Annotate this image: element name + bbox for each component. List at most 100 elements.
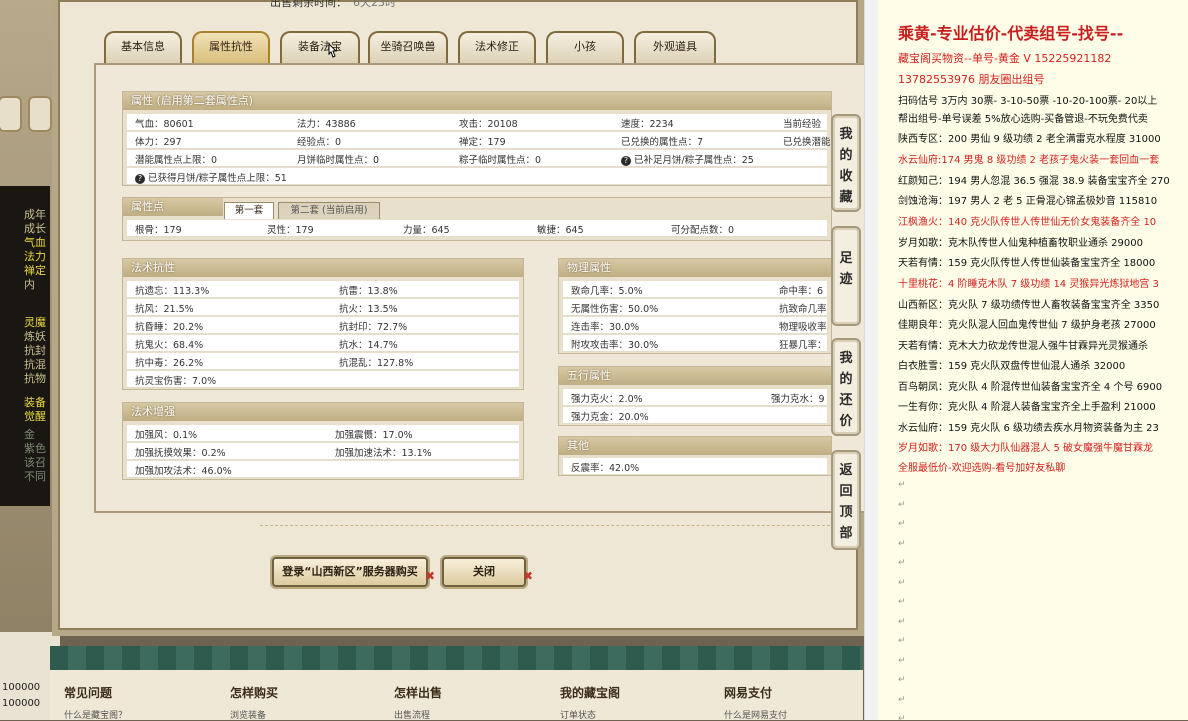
left-tab-2[interactable] bbox=[28, 96, 52, 132]
close-button[interactable]: 关闭 ✖ bbox=[442, 557, 533, 587]
resist-row: 抗灵宝伤害：7.0% bbox=[127, 371, 519, 388]
line-return-mark: ↵ bbox=[898, 597, 906, 607]
attr-cell: 速度：2234 bbox=[621, 119, 674, 130]
physical-cell: 命中率：6 bbox=[779, 286, 824, 297]
footer-link[interactable]: 出售流程 bbox=[394, 708, 430, 721]
seller-line: 红颜知己：194 男人忽混 36.5 强混 38.9 装备宝宝齐全 270 bbox=[898, 176, 1170, 187]
seller-line: 帮出组号-单号误差 5%放心选购-买备管退-不玩免费代卖 bbox=[898, 114, 1148, 125]
attr-cell: 已兑换潜能 bbox=[783, 137, 831, 148]
attr-cell: 攻击：20108 bbox=[459, 119, 518, 130]
physical-cell: 物理吸收率 bbox=[779, 322, 827, 333]
tab-mounts-pets[interactable]: 坐骑召唤兽 bbox=[368, 31, 448, 63]
back-to-top-label: 返回顶部 bbox=[839, 463, 853, 541]
enhance-row: 加强风：0.1% 加强震慑：17.0% bbox=[127, 425, 519, 442]
tab-children[interactable]: 小孩 bbox=[546, 31, 624, 63]
five-elements-section: 五行属性 强力克火：2.0% 强力克水：9 强力克金：20.0% bbox=[558, 366, 832, 426]
footer-link[interactable]: 订单状态 bbox=[560, 708, 596, 721]
left-bottom-value: 100000 bbox=[2, 682, 41, 693]
tab-equipment[interactable]: 装备法宝 bbox=[280, 31, 360, 63]
five-row: 强力克火：2.0% 强力克水：9 bbox=[563, 389, 827, 406]
resist-cell: 抗雷：13.8% bbox=[339, 286, 398, 297]
line-return-mark: ↵ bbox=[898, 577, 906, 588]
seller-line: 扫码估号 3万内 30票- 3-10-50票 -10-20-100票- 20以上 bbox=[898, 96, 1158, 107]
footer-heading: 网易支付 bbox=[724, 686, 773, 700]
left-pet-panel: 成年 成长 气血 法力 禅定 内 灵魔 炼妖 抗封 抗混 抗物 装备 觉醒 金 … bbox=[0, 186, 50, 506]
line-return-mark: ↵ bbox=[898, 694, 906, 705]
resist-cell: 抗混乱：127.8% bbox=[339, 358, 414, 369]
attribute-section: 属性 (启用第二套属性点) 气血：80601 法力：43886 攻击：20108… bbox=[122, 91, 832, 186]
mouse-cursor-icon bbox=[328, 42, 338, 58]
left-tab-1[interactable] bbox=[0, 96, 22, 132]
points-cell: 根骨：179 bbox=[135, 225, 182, 236]
seller-line: 水云仙府:174 男鬼 8 级功绩 2 老孩子鬼火装一套回血一套 bbox=[898, 155, 1160, 166]
sale-time-value: 6天23时 bbox=[353, 0, 396, 9]
footprint-button[interactable]: 足迹 bbox=[831, 226, 861, 326]
resist-row: 抗鬼火：68.4% 抗水：14.7% bbox=[127, 335, 519, 352]
resist-row: 抗昏睡：20.2% 抗封印：72.7% bbox=[127, 317, 519, 334]
footer-heading: 我的藏宝阁 bbox=[560, 686, 621, 700]
five-cell: 强力克火：2.0% bbox=[571, 394, 643, 405]
back-to-top-button[interactable]: 返回顶部 bbox=[831, 450, 861, 550]
left-text: 内 bbox=[24, 278, 35, 291]
buy-login-button[interactable]: 登录“山西新区”服务器购买 ✖ bbox=[272, 557, 435, 587]
help-icon[interactable]: ? bbox=[135, 173, 145, 184]
tab-basic-info[interactable]: 基本信息 bbox=[104, 31, 182, 63]
page-scrollbar[interactable] bbox=[864, 0, 878, 720]
resist-cell: 抗鬼火：68.4% bbox=[135, 340, 204, 351]
my-counter-offer-button[interactable]: 我的还价 bbox=[831, 338, 861, 436]
seller-line: 岁月如歌：克木队传世人仙鬼种植畜牧职业通杀 29000 bbox=[898, 238, 1143, 249]
footer-heading: 怎样购买 bbox=[230, 686, 279, 700]
attribute-row: 气血：80601 法力：43886 攻击：20108 速度：2234 当前经验 bbox=[127, 114, 827, 131]
subtab-set-one[interactable]: 第一套 bbox=[224, 202, 274, 219]
attr-cell-with-help: ? 已补足月饼/粽子属性点：25 bbox=[621, 152, 754, 166]
line-return-mark: ↵ bbox=[898, 499, 906, 510]
subtab-set-two[interactable]: 第二套 (当前启用) bbox=[278, 202, 380, 219]
footer-link[interactable]: 浏览装备 bbox=[230, 708, 266, 721]
sale-remaining-time: 出售剩余时间： 6天23时 bbox=[270, 0, 396, 10]
attr-cell: 气血：80601 bbox=[135, 119, 194, 130]
enhance-cell: 加强风：0.1% bbox=[135, 430, 198, 441]
sale-time-label: 出售剩余时间： bbox=[270, 0, 347, 9]
tab-attributes[interactable]: 属性抗性 bbox=[192, 31, 270, 63]
left-bottom-value: 100000 bbox=[2, 698, 41, 709]
enhance-section-title: 法术增强 bbox=[123, 403, 523, 421]
attr-cell: 法力：43886 bbox=[297, 119, 356, 130]
ornament-icon: ✖ bbox=[522, 569, 533, 583]
enhance-cell: 加强抚摸效果：0.2% bbox=[135, 448, 226, 459]
seller-line: 江枫渔火：140 克火队传世人传世仙无价女鬼装备齐全 10 bbox=[898, 217, 1157, 228]
points-section-title: 属性点 bbox=[123, 198, 223, 216]
attr-cell: 禅定：179 bbox=[459, 137, 506, 148]
seller-line: 白衣胜雪：159 克火队双盘传世仙混人通杀 32000 bbox=[898, 361, 1126, 372]
seller-line: 百鸟朝凤：克火队 4 阶混传世仙装备宝宝齐全 4 个号 6900 bbox=[898, 382, 1163, 393]
seller-line: 一生有你：克火队 4 阶混人装备宝宝齐全上手盈利 21000 bbox=[898, 402, 1156, 413]
attr-cell-text: 已补足月饼/粽子属性点：25 bbox=[634, 155, 754, 166]
tab-appearance[interactable]: 外观道具 bbox=[634, 31, 716, 63]
help-icon[interactable]: ? bbox=[621, 155, 631, 166]
points-row: 根骨：179 灵性：179 力量：645 敏捷：645 可分配点数：0 bbox=[127, 220, 827, 237]
seller-line: 全服最低价-欢迎选购-看号加好友私聊 bbox=[898, 463, 1066, 474]
seller-line: 佳期良年：克火队混人回血鬼传世仙 7 级护身老孩 27000 bbox=[898, 320, 1156, 331]
tab-spell-mods[interactable]: 法术修正 bbox=[458, 31, 536, 63]
other-row: 反震率：42.0% bbox=[563, 458, 827, 475]
resist-cell: 抗封印：72.7% bbox=[339, 322, 408, 333]
footer-link[interactable]: 什么是藏宝阁？ bbox=[64, 708, 127, 721]
seller-line: 山西新区：克火队 7 级功绩传世人畜牧装备宝宝齐全 3350 bbox=[898, 300, 1160, 311]
footer-heading: 常见问题 bbox=[64, 686, 113, 700]
attribute-row: 潜能属性点上限：0 月饼临时属性点：0 粽子临时属性点：0 ? 已补足月饼/粽子属… bbox=[127, 150, 827, 167]
line-return-mark: ↵ bbox=[898, 714, 906, 720]
physical-cell: 无属性伤害：50.0% bbox=[571, 304, 659, 315]
buy-button-label: 登录“山西新区”服务器购买 bbox=[282, 565, 418, 578]
seller-line: 天若有情：159 克火队传世人传世仙装备宝宝齐全 18000 bbox=[898, 258, 1156, 269]
resist-section-title: 法术抗性 bbox=[123, 259, 523, 277]
my-favorites-button[interactable]: 我的收藏 bbox=[831, 114, 861, 212]
resist-cell: 抗火：13.5% bbox=[339, 304, 398, 315]
seller-notes-panel: 乘黄-专业估价-代卖组号-找号-- 藏宝阁买物资--单号-黄金 V 152259… bbox=[878, 0, 1188, 720]
physical-cell: 狂暴几率： bbox=[779, 340, 827, 351]
line-return-mark: ↵ bbox=[898, 655, 906, 666]
counter-offer-label: 我的还价 bbox=[839, 351, 853, 429]
footprint-label: 足迹 bbox=[839, 251, 853, 287]
seller-line: 水云仙府：159 克火队 6 级功绩去疾水月物资装备为主 23 bbox=[898, 423, 1159, 434]
attr-cell: 当前经验 bbox=[783, 119, 822, 130]
footer-link[interactable]: 什么是网易支付 bbox=[724, 708, 787, 721]
my-favorites-label: 我的收藏 bbox=[839, 127, 853, 205]
